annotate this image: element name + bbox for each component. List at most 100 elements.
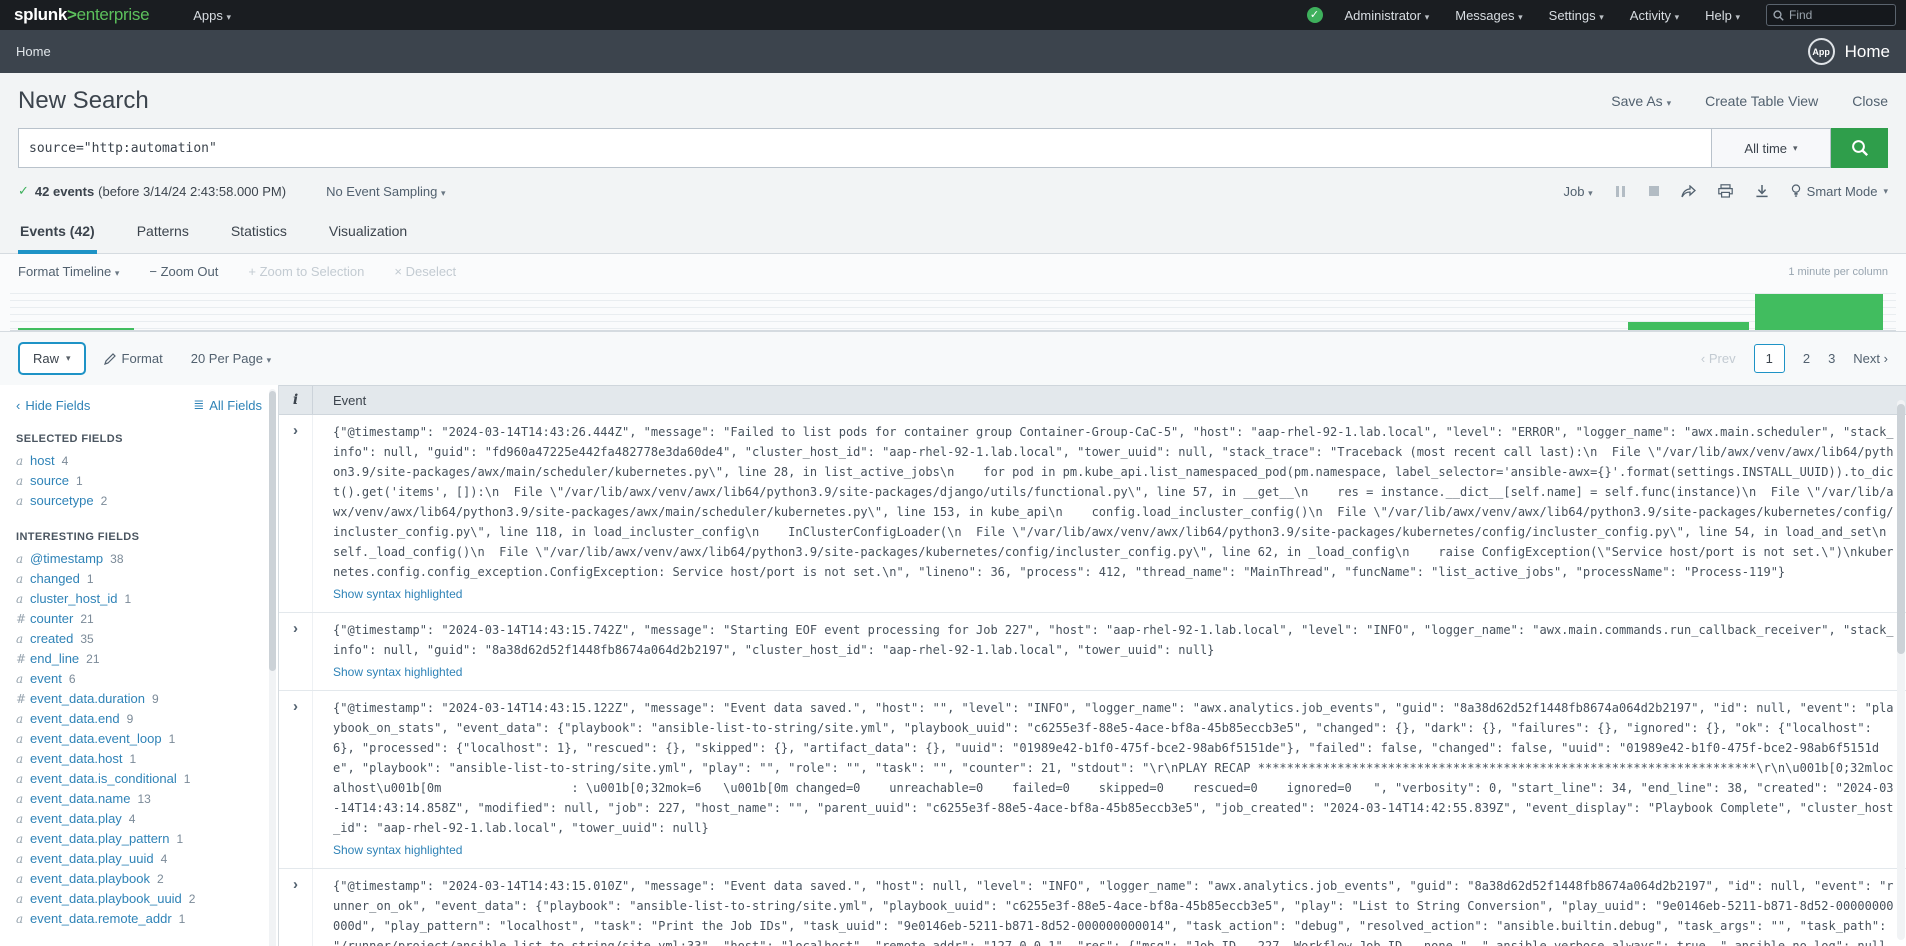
field-item-event_data.playbook_uuid[interactable]: aevent_data.playbook_uuid2 xyxy=(0,889,278,909)
find-search-box[interactable] xyxy=(1766,4,1896,26)
hide-fields-button[interactable]: ‹Hide Fields xyxy=(16,397,90,413)
topnav-menu-messages[interactable]: Messages ▾ xyxy=(1455,8,1522,23)
field-name: host xyxy=(30,453,55,469)
splunk-logo[interactable]: splunk>enterprise xyxy=(14,5,149,25)
raw-display-menu[interactable]: Raw▾ xyxy=(18,342,86,375)
field-item-event[interactable]: aevent6 xyxy=(0,669,278,689)
field-item-counter[interactable]: #counter21 xyxy=(0,609,278,629)
field-item-source[interactable]: asource1 xyxy=(0,471,278,491)
sidebar-scrollbar-thumb[interactable] xyxy=(269,391,276,671)
prev-page-button[interactable]: ‹ Prev xyxy=(1701,351,1736,366)
app-badge-icon[interactable]: App xyxy=(1808,38,1835,65)
tab-events-42[interactable]: Events (42) xyxy=(18,213,97,254)
field-item-@timestamp[interactable]: a@timestamp38 xyxy=(0,549,278,569)
page-button-2[interactable]: 2 xyxy=(1803,351,1810,366)
field-type-icon: a xyxy=(16,911,30,927)
show-syntax-link[interactable]: Show syntax highlighted xyxy=(333,665,462,679)
per-page-menu[interactable]: 20 Per Page ▾ xyxy=(191,351,271,366)
event-raw-text[interactable]: {"@timestamp": "2024-03-14T14:43:26.444Z… xyxy=(333,422,1894,582)
zoom-to-selection-button[interactable]: + Zoom to Selection xyxy=(248,264,364,279)
tab-statistics[interactable]: Statistics xyxy=(229,213,289,254)
field-item-event_data.is_conditional[interactable]: aevent_data.is_conditional1 xyxy=(0,769,278,789)
show-syntax-link[interactable]: Show syntax highlighted xyxy=(333,843,462,857)
topnav-menu-administrator[interactable]: Administrator ▾ xyxy=(1345,8,1430,23)
event-cell: {"@timestamp": "2024-03-14T14:43:15.742Z… xyxy=(313,613,1906,690)
tab-patterns[interactable]: Patterns xyxy=(135,213,191,254)
topnav-menu-activity[interactable]: Activity ▾ xyxy=(1630,8,1679,23)
top-nav-bar: splunk>enterprise Apps ▾ ✓ Administrator… xyxy=(0,0,1906,30)
event-expand-cell[interactable]: › xyxy=(279,691,313,868)
event-sampling-menu[interactable]: No Event Sampling ▾ xyxy=(326,184,445,199)
field-item-event_data.event_loop[interactable]: aevent_data.event_loop1 xyxy=(0,729,278,749)
chevron-right-icon[interactable]: › xyxy=(293,698,298,715)
event-expand-cell[interactable]: › xyxy=(279,415,313,612)
create-table-view-button[interactable]: Create Table View xyxy=(1705,93,1818,109)
field-item-created[interactable]: acreated35 xyxy=(0,629,278,649)
save-as-button[interactable]: Save As ▾ xyxy=(1611,93,1671,109)
print-icon[interactable] xyxy=(1718,184,1733,198)
event-expand-cell[interactable]: › xyxy=(279,613,313,690)
format-timeline-menu[interactable]: Format Timeline ▾ xyxy=(18,264,119,279)
next-page-button[interactable]: Next › xyxy=(1853,351,1888,366)
chevron-right-icon[interactable]: › xyxy=(293,876,298,893)
field-type-icon: # xyxy=(16,651,30,667)
timeline-bar[interactable] xyxy=(1755,294,1883,330)
field-item-event_data.remote_addr[interactable]: aevent_data.remote_addr1 xyxy=(0,909,278,929)
pause-icon[interactable] xyxy=(1615,186,1627,197)
field-item-event_data.host[interactable]: aevent_data.host1 xyxy=(0,749,278,769)
fields-sidebar: ‹Hide Fields ≣All Fields SELECTED FIELDS… xyxy=(0,385,278,946)
event-rows: › {"@timestamp": "2024-03-14T14:43:26.444… xyxy=(279,415,1906,946)
deselect-button[interactable]: × Deselect xyxy=(394,264,456,279)
format-menu[interactable]: Format xyxy=(104,351,163,366)
all-fields-button[interactable]: ≣All Fields xyxy=(193,397,262,413)
search-mode-menu[interactable]: Smart Mode ▾ xyxy=(1791,184,1888,199)
field-item-event_data.play_pattern[interactable]: aevent_data.play_pattern1 xyxy=(0,829,278,849)
field-item-sourcetype[interactable]: asourcetype2 xyxy=(0,491,278,511)
event-expand-cell[interactable]: › xyxy=(279,869,313,946)
page-scrollbar-thumb[interactable] xyxy=(1897,404,1905,654)
breadcrumb[interactable]: Home xyxy=(16,44,51,59)
time-range-picker[interactable]: All time▾ xyxy=(1711,128,1831,168)
chevron-right-icon[interactable]: › xyxy=(293,620,298,637)
field-item-event_data.play[interactable]: aevent_data.play4 xyxy=(0,809,278,829)
field-item-event_data.duration[interactable]: #event_data.duration9 xyxy=(0,689,278,709)
field-item-event_data.end[interactable]: aevent_data.end9 xyxy=(0,709,278,729)
field-item-host[interactable]: ahost4 xyxy=(0,451,278,471)
job-menu[interactable]: Job ▾ xyxy=(1564,184,1593,199)
field-item-event_data.play_uuid[interactable]: aevent_data.play_uuid4 xyxy=(0,849,278,869)
timeline-bar[interactable] xyxy=(1628,322,1749,330)
event-raw-text[interactable]: {"@timestamp": "2024-03-14T14:43:15.742Z… xyxy=(333,620,1894,660)
search-icon xyxy=(1773,10,1784,21)
find-input[interactable] xyxy=(1789,8,1879,22)
field-item-event_data.playbook[interactable]: aevent_data.playbook2 xyxy=(0,869,278,889)
field-item-event_data.name[interactable]: aevent_data.name13 xyxy=(0,789,278,809)
chevron-right-icon[interactable]: › xyxy=(293,422,298,439)
export-icon[interactable] xyxy=(1755,184,1769,198)
page-button-3[interactable]: 3 xyxy=(1828,351,1835,366)
field-item-cluster_host_id[interactable]: acluster_host_id1 xyxy=(0,589,278,609)
close-button[interactable]: Close xyxy=(1852,93,1888,109)
search-button[interactable] xyxy=(1831,128,1888,168)
topnav-menu-settings[interactable]: Settings ▾ xyxy=(1549,8,1604,23)
event-raw-text[interactable]: {"@timestamp": "2024-03-14T14:43:15.010Z… xyxy=(333,876,1894,946)
show-syntax-link[interactable]: Show syntax highlighted xyxy=(333,587,462,601)
field-item-end_line[interactable]: #end_line21 xyxy=(0,649,278,669)
tab-visualization[interactable]: Visualization xyxy=(327,213,409,254)
search-query-input[interactable] xyxy=(18,128,1711,168)
stop-icon[interactable] xyxy=(1649,186,1659,196)
page-scrollbar[interactable] xyxy=(1897,400,1905,940)
field-type-icon: a xyxy=(16,671,30,687)
sidebar-scrollbar[interactable] xyxy=(269,389,276,946)
field-count: 4 xyxy=(62,453,69,469)
field-item-changed[interactable]: achanged1 xyxy=(0,569,278,589)
event-timeline-chart[interactable] xyxy=(10,287,1896,331)
topnav-menu-help[interactable]: Help ▾ xyxy=(1705,8,1740,23)
field-name: event_data.remote_addr xyxy=(30,911,172,927)
apps-menu[interactable]: Apps ▾ xyxy=(193,8,231,23)
page-button-1[interactable]: 1 xyxy=(1754,344,1785,373)
event-raw-text[interactable]: {"@timestamp": "2024-03-14T14:43:15.122Z… xyxy=(333,698,1894,838)
health-check-icon[interactable]: ✓ xyxy=(1307,7,1323,23)
zoom-out-button[interactable]: − Zoom Out xyxy=(149,264,218,279)
timeline-bar[interactable] xyxy=(18,328,135,330)
share-icon[interactable] xyxy=(1681,185,1696,198)
